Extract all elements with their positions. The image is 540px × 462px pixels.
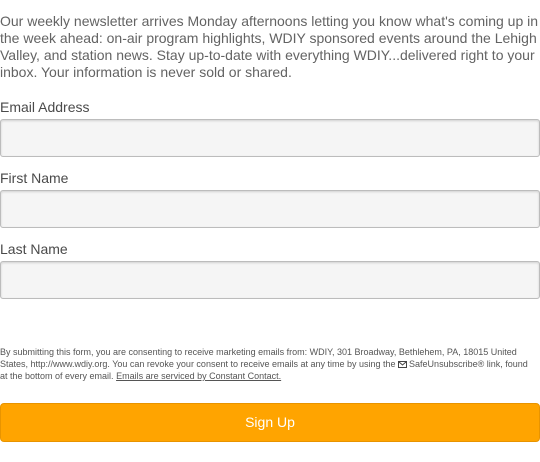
first-name-input[interactable]	[0, 190, 540, 228]
constant-contact-link[interactable]: Emails are serviced by Constant Contact.	[116, 371, 281, 381]
newsletter-intro-text: Our weekly newsletter arrives Monday aft…	[0, 13, 539, 80]
last-name-label: Last Name	[0, 241, 68, 257]
envelope-icon	[398, 359, 408, 368]
last-name-input[interactable]	[0, 261, 540, 299]
email-address-label: Email Address	[0, 99, 90, 115]
email-address-input[interactable]	[0, 119, 540, 157]
sign-up-button[interactable]: Sign Up	[0, 403, 540, 442]
consent-notice: By submitting this form, you are consent…	[0, 346, 536, 382]
first-name-label: First Name	[0, 170, 69, 186]
